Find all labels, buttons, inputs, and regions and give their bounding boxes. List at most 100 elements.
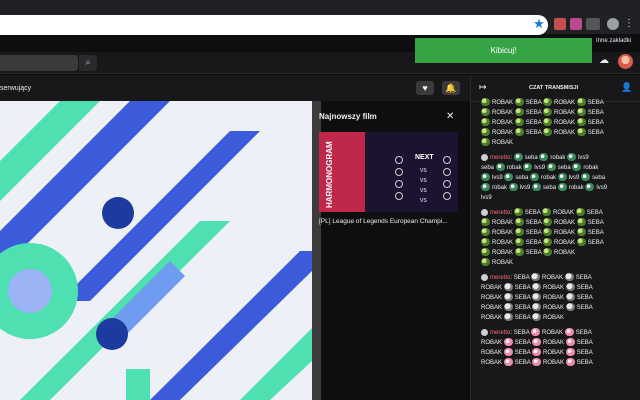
video-caption[interactable]: [PL] League of Legends European Champi..… <box>319 218 448 225</box>
emote-icon[interactable] <box>504 173 514 182</box>
emote-icon[interactable] <box>576 98 586 107</box>
emote-icon[interactable] <box>495 163 505 172</box>
emote-icon[interactable] <box>481 118 490 127</box>
emote-icon[interactable] <box>514 248 524 257</box>
emote-icon[interactable] <box>546 163 556 172</box>
emote-icon[interactable] <box>572 163 582 172</box>
emote-icon[interactable] <box>585 183 595 192</box>
avatar[interactable] <box>618 54 633 69</box>
emote-icon[interactable] <box>565 338 575 347</box>
emote-icon[interactable] <box>481 228 490 237</box>
emote-icon[interactable] <box>576 228 586 237</box>
emote-icon[interactable] <box>565 293 575 302</box>
emote-icon[interactable] <box>481 238 490 247</box>
emote-icon[interactable] <box>481 98 490 107</box>
emote-icon[interactable] <box>532 358 542 367</box>
chat-username[interactable]: meretto <box>490 155 510 161</box>
emote-icon[interactable] <box>481 108 490 117</box>
emote-icon[interactable] <box>481 258 490 267</box>
emote-icon[interactable] <box>576 118 586 127</box>
users-icon[interactable]: 👤 <box>621 82 632 93</box>
emote-icon[interactable] <box>532 303 542 312</box>
emote-icon[interactable] <box>565 283 575 292</box>
other-bookmarks[interactable]: Inne zakładki <box>596 38 631 44</box>
emote-icon[interactable] <box>508 183 518 192</box>
emote-icon[interactable] <box>514 98 524 107</box>
emote-icon[interactable] <box>557 173 567 182</box>
emote-icon[interactable] <box>532 313 542 322</box>
emote-icon[interactable] <box>557 183 567 192</box>
emote-icon[interactable] <box>532 283 542 292</box>
emote-icon[interactable] <box>530 173 540 182</box>
chat-username[interactable]: meretto <box>490 275 510 281</box>
emote-icon[interactable] <box>565 348 575 357</box>
emote-icon[interactable] <box>514 118 524 127</box>
extension-icon[interactable] <box>554 18 566 30</box>
emote-icon[interactable] <box>543 218 553 227</box>
emote-icon[interactable] <box>523 163 533 172</box>
emote-icon[interactable] <box>532 338 542 347</box>
emote-icon[interactable] <box>543 238 553 247</box>
emote-icon[interactable] <box>543 118 553 127</box>
emote-icon[interactable] <box>503 348 513 357</box>
emote-icon[interactable] <box>503 303 513 312</box>
bell-icon[interactable]: 🔔 <box>442 81 460 95</box>
emote-icon[interactable] <box>543 128 553 137</box>
emote-icon[interactable] <box>503 338 513 347</box>
profile-icon[interactable] <box>607 18 619 30</box>
emote-icon[interactable] <box>576 238 586 247</box>
emote-icon[interactable] <box>481 173 490 182</box>
emote-icon[interactable] <box>503 313 513 322</box>
emote-icon[interactable] <box>532 183 542 192</box>
heart-icon[interactable]: ♥ <box>416 81 434 95</box>
emote-icon[interactable] <box>576 108 586 117</box>
emote-icon[interactable] <box>503 293 513 302</box>
emote-icon[interactable] <box>531 328 541 337</box>
emote-icon[interactable] <box>532 348 542 357</box>
search-icon[interactable]: ⌕ <box>79 55 97 71</box>
emote-icon[interactable] <box>532 293 542 302</box>
emote-icon[interactable] <box>543 248 553 257</box>
emote-icon[interactable] <box>543 108 553 117</box>
video-player[interactable] <box>0 101 312 400</box>
emote-icon[interactable] <box>481 218 490 227</box>
emote-icon[interactable] <box>481 138 490 147</box>
chat-username[interactable]: meretto <box>490 330 510 336</box>
emote-icon[interactable] <box>564 273 574 282</box>
extension-icon[interactable] <box>586 18 600 30</box>
emote-icon[interactable] <box>514 218 524 227</box>
emote-icon[interactable] <box>514 228 524 237</box>
emote-icon[interactable] <box>564 328 574 337</box>
search-input[interactable] <box>0 55 78 71</box>
collapse-icon[interactable]: ↦ <box>479 82 487 93</box>
emote-icon[interactable] <box>542 208 552 217</box>
emote-icon[interactable] <box>576 218 586 227</box>
video-thumbnail[interactable]: HARMONOGRAM NEXT VS VS VS VS <box>319 132 458 212</box>
emote-icon[interactable] <box>531 273 541 282</box>
emote-icon[interactable] <box>581 173 591 182</box>
emote-icon[interactable] <box>514 128 524 137</box>
emote-icon[interactable] <box>567 153 577 162</box>
extension-icon[interactable] <box>570 18 582 30</box>
chat-username[interactable]: meretto <box>490 210 510 216</box>
emote-icon[interactable] <box>513 208 523 217</box>
close-icon[interactable]: ✕ <box>446 112 456 122</box>
emote-icon[interactable] <box>481 183 490 192</box>
emote-icon[interactable] <box>481 248 490 257</box>
emote-icon[interactable] <box>481 128 490 137</box>
emote-icon[interactable] <box>543 98 553 107</box>
emote-icon[interactable] <box>503 283 513 292</box>
kibicuj-button[interactable]: Kibicuj! <box>415 38 592 63</box>
menu-dots-icon[interactable]: ⋮ <box>624 18 634 30</box>
cloud-icon[interactable]: ☁ <box>599 56 613 66</box>
emote-icon[interactable] <box>565 303 575 312</box>
emote-icon[interactable] <box>575 208 585 217</box>
emote-icon[interactable] <box>513 153 523 162</box>
emote-icon[interactable] <box>503 358 513 367</box>
address-bar[interactable] <box>0 15 548 35</box>
emote-icon[interactable] <box>576 128 586 137</box>
star-icon[interactable]: ★ <box>532 17 546 31</box>
emote-icon[interactable] <box>514 238 524 247</box>
emote-icon[interactable] <box>565 358 575 367</box>
emote-icon[interactable] <box>539 153 549 162</box>
